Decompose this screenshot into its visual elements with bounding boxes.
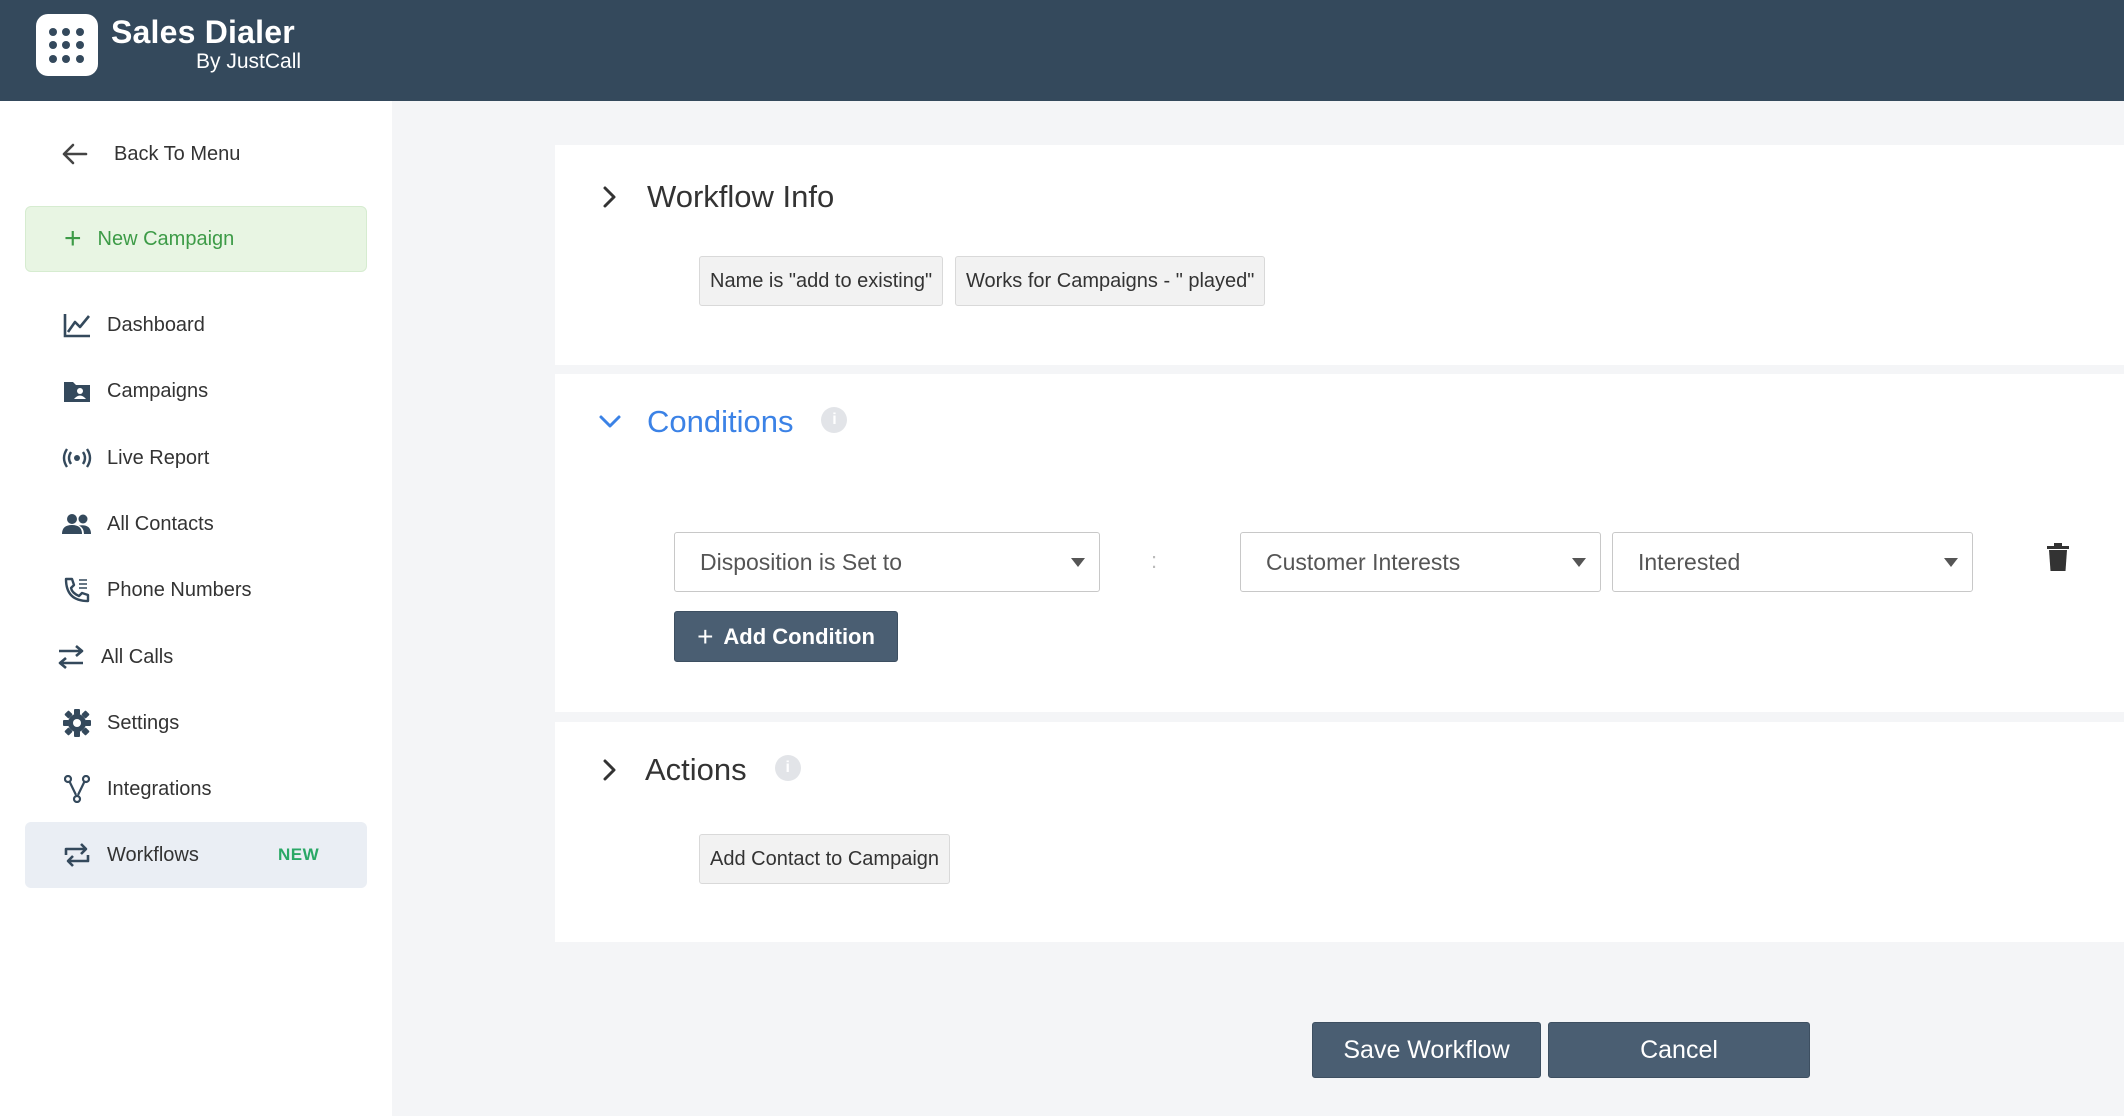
sidebar-item-settings[interactable]: Settings [25, 690, 367, 756]
arrow-left-icon [62, 143, 88, 165]
back-to-menu-link[interactable]: Back To Menu [62, 139, 240, 169]
sidebar: Back To Menu + New Campaign Dashboard Ca… [0, 101, 392, 1116]
sidebar-item-label: Dashboard [107, 313, 205, 336]
conditions-title: Conditions [647, 404, 794, 439]
condition-separator: : [1151, 548, 1158, 573]
sidebar-item-dashboard[interactable]: Dashboard [25, 292, 367, 358]
sidebar-item-campaigns[interactable]: Campaigns [25, 358, 367, 424]
broadcast-icon [61, 442, 93, 474]
people-icon [61, 508, 93, 540]
sidebar-item-label: Live Report [107, 446, 210, 469]
action-chip: Add Contact to Campaign [699, 834, 951, 884]
chart-line-icon [61, 309, 93, 341]
chevron-right-icon [603, 186, 616, 208]
caret-down-icon [1572, 558, 1586, 567]
sidebar-item-label: All Contacts [107, 512, 214, 535]
condition-field-select[interactable]: Disposition is Set to [674, 532, 1100, 592]
workflow-name-chip: Name is "add to existing" [699, 256, 944, 306]
conditions-info-icon[interactable]: i [821, 407, 848, 433]
condition-option-select[interactable]: Interested [1612, 532, 1973, 592]
brand-subtitle: By JustCall [196, 50, 302, 73]
add-condition-button[interactable]: + Add Condition [674, 611, 898, 662]
sidebar-item-integrations[interactable]: Integrations [25, 756, 367, 822]
condition-category-select[interactable]: Customer Interests [1240, 532, 1601, 592]
actions-header[interactable]: Actions i [595, 752, 801, 788]
swap-arrows-icon [55, 641, 87, 673]
sidebar-item-live-report[interactable]: Live Report [25, 425, 367, 491]
conditions-section: Conditions i Disposition is Set to : Cus… [555, 374, 2124, 712]
sidebar-item-label: All Calls [101, 645, 174, 668]
caret-down-icon [1071, 558, 1085, 567]
sidebar-item-phone-numbers[interactable]: Phone Numbers [25, 557, 367, 623]
sidebar-item-label: Campaigns [107, 379, 209, 402]
cancel-button[interactable]: Cancel [1548, 1022, 1810, 1078]
repeat-icon [61, 839, 93, 871]
chevron-down-icon [599, 415, 621, 428]
save-workflow-button[interactable]: Save Workflow [1312, 1022, 1541, 1078]
workflow-campaign-chip: Works for Campaigns - " played" [955, 256, 1266, 306]
gear-icon [61, 707, 93, 739]
actions-section: Actions i Add Contact to Campaign [555, 722, 2124, 942]
new-campaign-button[interactable]: + New Campaign [25, 206, 367, 272]
back-to-menu-label: Back To Menu [114, 142, 241, 165]
conditions-header[interactable]: Conditions i [595, 404, 848, 440]
add-condition-label: Add Condition [723, 623, 875, 649]
brand-title: Sales Dialer [111, 14, 295, 50]
actions-info-icon[interactable]: i [774, 755, 801, 781]
sidebar-item-label: Phone Numbers [107, 578, 252, 601]
sidebar-item-label: Settings [107, 711, 180, 734]
sidebar-item-label: Workflows [107, 843, 199, 866]
chevron-right-icon [603, 759, 616, 781]
integration-icon [61, 773, 93, 805]
new-badge: NEW [278, 845, 320, 864]
condition-field-value: Disposition is Set to [700, 548, 902, 575]
sidebar-item-all-contacts[interactable]: All Contacts [25, 491, 367, 557]
trash-icon[interactable] [2045, 542, 2071, 572]
phone-icon [61, 574, 93, 606]
sidebar-item-label: Integrations [107, 777, 212, 800]
sidebar-item-workflows[interactable]: Workflows NEW [25, 822, 367, 888]
workflow-info-header[interactable]: Workflow Info [595, 179, 834, 215]
folder-contact-icon [61, 375, 93, 407]
new-campaign-label: New Campaign [97, 227, 235, 250]
workflow-info-title: Workflow Info [647, 179, 835, 214]
condition-category-value: Customer Interests [1266, 548, 1461, 575]
sidebar-item-all-calls[interactable]: All Calls [25, 624, 367, 690]
dialpad-logo-icon[interactable] [36, 14, 98, 76]
condition-option-value: Interested [1638, 548, 1741, 575]
plus-icon: + [697, 620, 714, 652]
caret-down-icon [1944, 558, 1958, 567]
plus-icon: + [64, 222, 82, 255]
top-bar: Sales Dialer By JustCall [0, 0, 2124, 101]
actions-title: Actions [645, 752, 747, 787]
workflow-info-section: Workflow Info Name is "add to existing" … [555, 145, 2124, 365]
